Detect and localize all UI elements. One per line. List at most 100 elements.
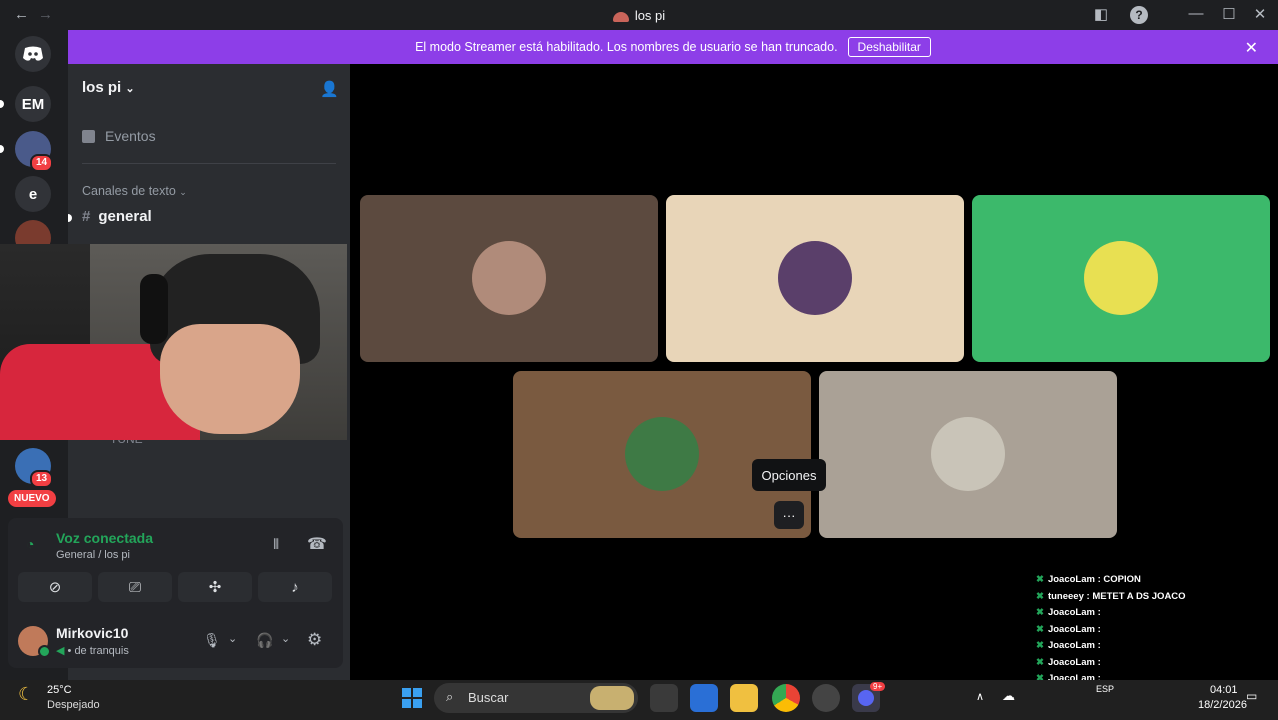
screen-share-icon: ⎚ xyxy=(128,578,141,596)
chat-status-icon: ✖ xyxy=(1036,590,1044,602)
participant-tile[interactable] xyxy=(972,195,1270,362)
streamer-mode-banner: El modo Streamer está habilitado. Los no… xyxy=(68,30,1278,64)
chevron-down-icon: ⌄ xyxy=(179,187,187,197)
weather-temp[interactable]: 25°C xyxy=(47,684,72,696)
disconnect-icon[interactable]: ☎ xyxy=(307,534,327,554)
server-e[interactable]: e xyxy=(15,176,51,212)
channel-general[interactable]: # general xyxy=(82,208,152,225)
camera-off-icon: ⊘ xyxy=(48,579,62,596)
guild-name-text: los pi xyxy=(82,79,122,96)
chat-status-icon: ✖ xyxy=(1036,574,1044,585)
windows-start-icon[interactable] xyxy=(398,684,426,712)
chat-status-icon: ✖ xyxy=(1036,656,1044,668)
username[interactable]: Mirkovic10 xyxy=(56,625,128,641)
invite-user-icon[interactable]: 👤 xyxy=(320,80,339,98)
search-label: Buscar xyxy=(468,690,509,705)
discord-badge: 9+ xyxy=(870,682,886,691)
mic-icon[interactable]: 🎙 xyxy=(203,632,221,649)
speaker-icon: ◀ xyxy=(56,645,65,657)
banner-close-icon[interactable]: ✕ xyxy=(1245,38,1258,58)
store-icon[interactable] xyxy=(690,684,718,712)
guild-name-dropdown[interactable]: los pi ⌄ xyxy=(82,79,135,96)
user-status-text: de tranquis xyxy=(74,645,129,657)
new-badge[interactable]: NUEVO xyxy=(8,490,56,507)
divider xyxy=(82,163,336,164)
voice-channel-path[interactable]: General / los pi xyxy=(56,549,130,561)
participant-avatar xyxy=(778,241,852,315)
server-emoji-icon xyxy=(612,11,629,22)
activities-button[interactable]: ✣ xyxy=(178,572,252,602)
voice-connected-label[interactable]: Voz conectada xyxy=(56,530,153,546)
minimize-button[interactable]: — xyxy=(1184,5,1208,22)
unread-pip xyxy=(0,145,4,153)
disable-streamer-button[interactable]: Deshabilitar xyxy=(847,37,931,57)
headphones-icon[interactable]: 🎧 xyxy=(256,632,273,649)
text-channels-category[interactable]: Canales de texto ⌄ xyxy=(82,184,187,198)
category-label: Canales de texto xyxy=(82,184,176,198)
close-window-button[interactable]: ✕ xyxy=(1248,5,1272,23)
chat-text: JoacoLam : COPION xyxy=(1047,574,1141,585)
moon-weather-icon[interactable]: ☾ xyxy=(18,684,34,705)
noise-suppression-icon[interactable]: ⦀ xyxy=(273,536,279,553)
help-icon[interactable]: ? xyxy=(1130,6,1148,24)
server-em[interactable]: EM xyxy=(15,86,51,122)
chat-text: JoacoLam : xyxy=(1047,607,1101,618)
settings-gear-icon[interactable]: ⚙ xyxy=(307,630,322,650)
notifications-icon[interactable]: ▭ xyxy=(1246,689,1257,703)
participant-avatar xyxy=(931,417,1005,491)
tray-chevron-up-icon[interactable]: ∧ xyxy=(976,690,984,703)
camera-off-button[interactable]: ⊘ xyxy=(18,572,92,602)
participant-avatar xyxy=(472,241,546,315)
chat-line: ✖ JoacoLam : COPION xyxy=(1036,574,1141,585)
chat-text: tuneeey : METET A DS JOACO xyxy=(1047,590,1186,602)
chevron-down-icon[interactable]: ⌄ xyxy=(228,632,237,645)
participant-tile[interactable] xyxy=(666,195,964,362)
chat-text: JoacoLam : xyxy=(1047,640,1101,651)
mention-badge: 14 xyxy=(30,154,54,172)
weather-desc[interactable]: Despejado xyxy=(47,699,100,711)
cloud-icon[interactable]: ☁ xyxy=(1002,688,1015,704)
participant-avatar xyxy=(625,417,699,491)
more-options-button[interactable]: ··· xyxy=(774,501,804,529)
chat-status-icon: ✖ xyxy=(1036,623,1044,635)
hash-icon: # xyxy=(82,208,91,225)
events-label: Eventos xyxy=(105,128,156,144)
soundboard-button[interactable]: ♪ xyxy=(258,572,332,602)
chat-line: ✖ tuneeey : METET A DS JOACO xyxy=(1036,591,1186,602)
unread-pip xyxy=(0,100,4,108)
chevron-down-icon[interactable]: ⌄ xyxy=(281,632,290,645)
chat-line: ✖JoacoLam : xyxy=(1036,624,1101,635)
discord-home-icon[interactable] xyxy=(15,36,51,72)
events-item[interactable]: Eventos xyxy=(82,128,156,144)
inbox-icon[interactable]: ◧ xyxy=(1089,5,1113,23)
task-view-icon[interactable] xyxy=(650,684,678,712)
window-title: los pi xyxy=(0,8,1278,23)
file-explorer-icon[interactable] xyxy=(730,684,758,712)
participant-tile[interactable] xyxy=(360,195,658,362)
calendar-icon xyxy=(82,130,95,143)
app-icon[interactable] xyxy=(812,684,840,712)
chat-status-icon: ✖ xyxy=(1036,640,1044,651)
chat-line: ✖JoacoLam : xyxy=(1036,640,1101,651)
clock-date[interactable]: 18/2/2026 xyxy=(1198,699,1247,711)
clock-time[interactable]: 04:01 xyxy=(1210,684,1238,696)
online-status-icon xyxy=(38,645,51,658)
maximize-button[interactable]: ☐ xyxy=(1217,5,1241,23)
screen-share-button[interactable]: ⎚ xyxy=(98,572,172,602)
options-tooltip: Opciones xyxy=(752,459,826,491)
language-indicator[interactable]: ESP xyxy=(1096,684,1114,694)
participant-tile[interactable] xyxy=(819,371,1117,538)
activities-icon: ✣ xyxy=(208,579,222,596)
mention-badge: 13 xyxy=(30,470,54,488)
chat-line: ✖JoacoLam : xyxy=(1036,657,1101,668)
soundboard-icon: ♪ xyxy=(291,578,299,596)
search-highlight-icon xyxy=(590,686,634,710)
chat-status-icon: ✖ xyxy=(1036,607,1044,618)
window-title-text: los pi xyxy=(634,8,666,23)
participant-tile[interactable] xyxy=(513,371,811,538)
chrome-icon[interactable] xyxy=(772,684,800,712)
banner-text: El modo Streamer está habilitado. Los no… xyxy=(415,40,838,54)
chat-text: JoacoLam : xyxy=(1047,656,1101,668)
chat-text: JoacoLam : xyxy=(1047,623,1101,635)
signal-icon[interactable]: ◔ xyxy=(26,536,34,552)
